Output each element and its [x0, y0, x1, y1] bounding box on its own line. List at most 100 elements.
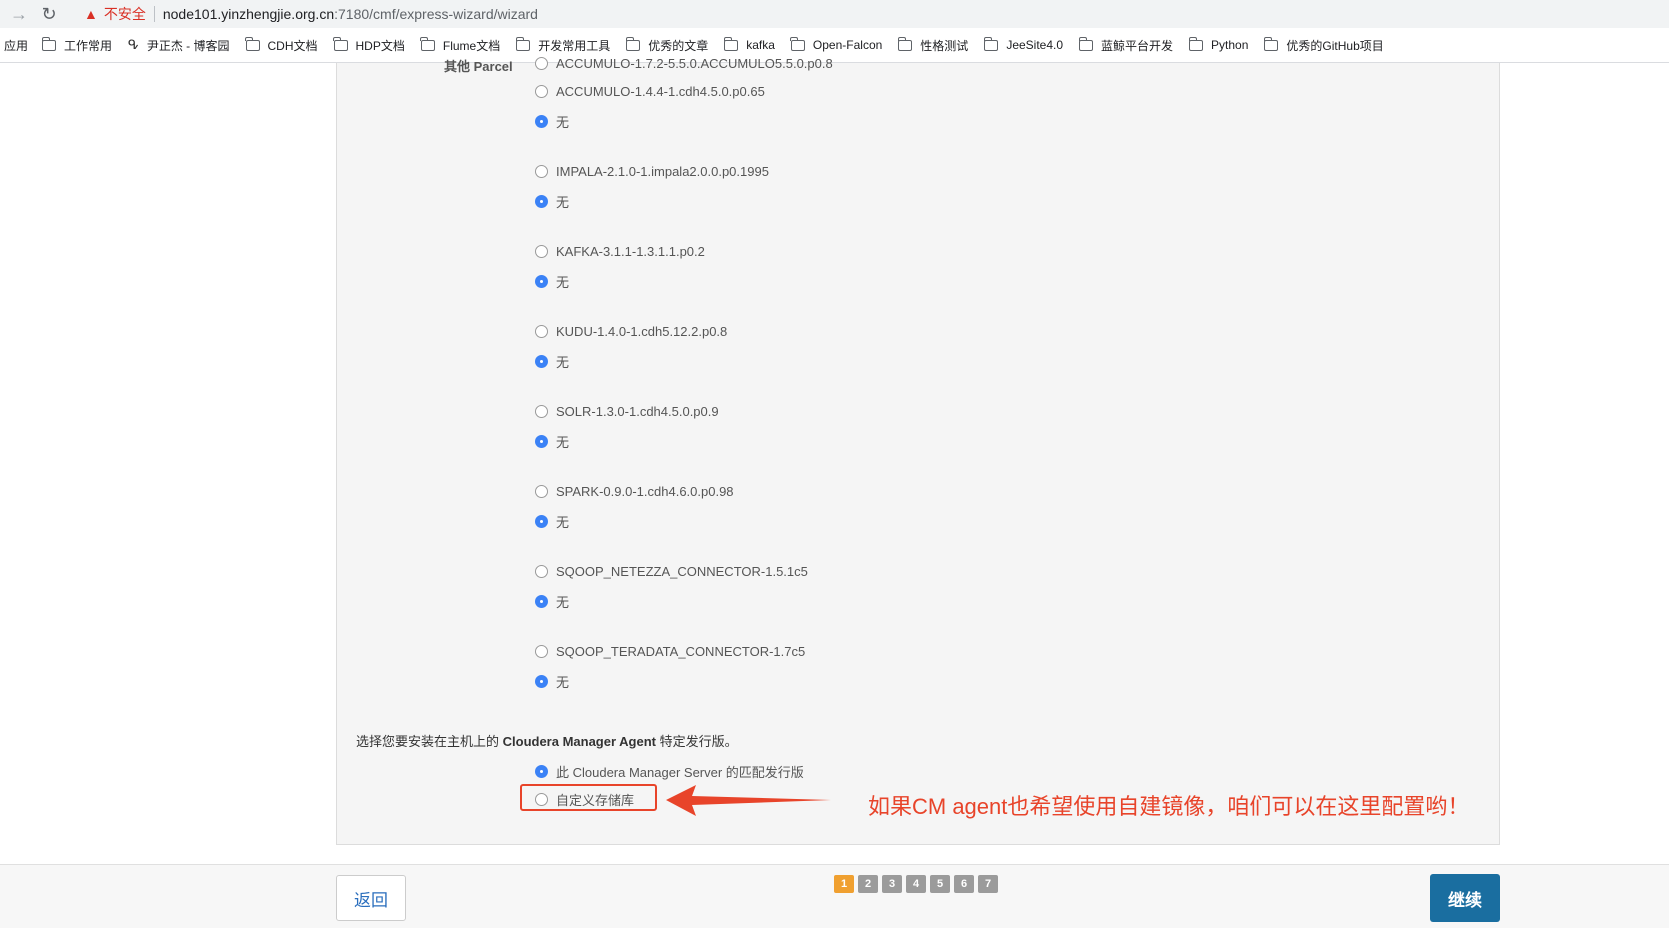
- parcel-option[interactable]: SQOOP_TERADATA_CONNECTOR-1.7c5: [535, 644, 805, 659]
- bookmark-label: 蓝鲸平台开发: [1101, 38, 1174, 53]
- bookmark-item[interactable]: Flume文档: [420, 36, 501, 54]
- radio-checked-icon[interactable]: [535, 435, 548, 448]
- apps-bookmark[interactable]: 应用: [4, 37, 28, 54]
- agent-section-title: 选择您要安装在主机上的 Cloudera Manager Agent 特定发行版…: [356, 734, 738, 749]
- radio-unchecked-icon[interactable]: [535, 405, 548, 418]
- parcel-option[interactable]: SOLR-1.3.0-1.cdh4.5.0.p0.9: [535, 404, 719, 419]
- parcel-none-option[interactable]: 无: [535, 672, 569, 691]
- radio-unchecked-icon[interactable]: [535, 485, 548, 498]
- parcel-none-option[interactable]: 无: [535, 192, 569, 211]
- parcel-none-option[interactable]: 无: [535, 512, 569, 531]
- radio-checked-icon[interactable]: [535, 515, 548, 528]
- pager-step[interactable]: 2: [858, 875, 878, 893]
- parcel-none-option[interactable]: 无: [535, 272, 569, 291]
- parcel-option[interactable]: SQOOP_NETEZZA_CONNECTOR-1.5.1c5: [535, 564, 808, 579]
- bookmark-item[interactable]: ᕴ 尹正杰 - 博客园: [128, 37, 229, 54]
- folder-icon: [625, 36, 641, 51]
- bookmark-label: 工作常用: [64, 38, 113, 53]
- bookmark-label: Flume文档: [442, 38, 501, 53]
- address-separator: [153, 6, 155, 22]
- parcel-none-option[interactable]: 无: [535, 592, 569, 611]
- wizard-footer: 返回 1234567 继续: [0, 864, 1669, 928]
- wizard-panel: [336, 63, 1500, 845]
- radio-checked-icon[interactable]: [535, 765, 548, 778]
- parcel-none-option[interactable]: 无: [535, 112, 569, 131]
- url-path: :7180/cmf/express-wizard/wizard: [334, 6, 538, 22]
- folder-icon: [790, 36, 805, 51]
- annotation-highlight-box: [520, 784, 657, 811]
- parcel-option[interactable]: IMPALA-2.1.0-1.impala2.0.0.p0.1995: [535, 164, 769, 179]
- parcel-option[interactable]: KUDU-1.4.0-1.cdh5.12.2.p0.8: [535, 324, 727, 339]
- bookmark-item[interactable]: kafka: [723, 36, 775, 52]
- reload-icon[interactable]: ↻: [36, 1, 62, 27]
- blog-icon: ᕴ: [128, 37, 139, 52]
- bookmark-label: 优秀的文章: [648, 38, 709, 53]
- bookmarks-bar: 应用 工作常用 ᕴ 尹正杰 - 博客园 CDH文档 HDP文档 Flume文档 开发常用工具…: [0, 28, 1669, 63]
- bookmark-item[interactable]: Open-Falcon: [790, 36, 883, 52]
- radio-unchecked-icon[interactable]: [535, 565, 548, 578]
- folder-icon: [41, 36, 57, 51]
- parcel-option-partial[interactable]: ACCUMULO-1.7.2-5.5.0.ACCUMULO5.5.0.p0.8: [535, 56, 833, 71]
- parcel-option[interactable]: ACCUMULO-1.4.4-1.cdh4.5.0.p0.65: [535, 84, 765, 99]
- parcel-none-option[interactable]: 无: [535, 432, 569, 451]
- address-bar[interactable]: ▲ 不安全 node101.yinzhengjie.org.cn :7180/c…: [84, 1, 1669, 27]
- back-button[interactable]: 返回: [336, 875, 406, 921]
- folder-icon: [723, 36, 739, 51]
- radio-unchecked-icon[interactable]: [535, 57, 548, 70]
- bookmark-label: Open-Falcon: [812, 38, 883, 52]
- parcel-none-option[interactable]: 无: [535, 352, 569, 371]
- folder-icon: [420, 36, 435, 51]
- back-arrow-icon[interactable]: →: [6, 1, 32, 27]
- bookmark-item[interactable]: 优秀的文章: [625, 36, 709, 54]
- radio-unchecked-icon[interactable]: [535, 245, 548, 258]
- radio-unchecked-icon[interactable]: [535, 165, 548, 178]
- parcel-section-label: 其他 Parcel: [444, 59, 513, 74]
- agent-matched-option[interactable]: 此 Cloudera Manager Server 的匹配发行版: [535, 762, 804, 781]
- parcel-option[interactable]: SPARK-0.9.0-1.cdh4.6.0.p0.98: [535, 484, 734, 499]
- bookmark-label: Python: [1211, 38, 1249, 52]
- annotation-arrow-icon: [666, 785, 831, 816]
- bookmark-item[interactable]: 工作常用: [41, 36, 113, 54]
- step-pager: 1234567: [834, 875, 1002, 893]
- warning-icon: ▲: [84, 6, 98, 22]
- annotation-text: 如果CM agent也希望使用自建镜像，咱们可以在这里配置哟！: [868, 794, 1470, 819]
- radio-checked-icon[interactable]: [535, 595, 548, 608]
- folder-icon: [983, 36, 999, 51]
- folder-icon: [515, 36, 531, 51]
- bookmark-item[interactable]: 性格测试: [897, 36, 968, 54]
- browser-toolbar: → ↻ ▲ 不安全 node101.yinzhengjie.org.cn :71…: [0, 0, 1669, 28]
- bookmark-item[interactable]: HDP文档: [333, 36, 405, 54]
- bookmark-item[interactable]: 蓝鲸平台开发: [1078, 36, 1174, 54]
- bookmark-item[interactable]: JeeSite4.0: [983, 36, 1063, 52]
- bookmark-label: 优秀的GitHub项目: [1286, 38, 1384, 53]
- pager-step[interactable]: 7: [978, 875, 998, 893]
- bookmark-label: kafka: [746, 38, 775, 52]
- bookmark-label: 尹正杰 - 博客园: [146, 38, 230, 53]
- pager-step[interactable]: 6: [954, 875, 974, 893]
- pager-step[interactable]: 3: [882, 875, 902, 893]
- pager-step[interactable]: 5: [930, 875, 950, 893]
- radio-checked-icon[interactable]: [535, 675, 548, 688]
- bookmark-item[interactable]: 优秀的GitHub项目: [1263, 36, 1384, 54]
- radio-unchecked-icon[interactable]: [535, 645, 548, 658]
- continue-button[interactable]: 继续: [1430, 874, 1500, 922]
- folder-icon: [333, 36, 348, 51]
- bookmark-item[interactable]: CDH文档: [245, 36, 318, 54]
- folder-icon: [1188, 36, 1204, 51]
- pager-step[interactable]: 1: [834, 875, 854, 893]
- radio-checked-icon[interactable]: [535, 275, 548, 288]
- radio-unchecked-icon[interactable]: [535, 325, 548, 338]
- folder-icon: [245, 36, 260, 51]
- bookmark-label: 开发常用工具: [538, 38, 611, 53]
- folder-icon: [1078, 36, 1094, 51]
- radio-checked-icon[interactable]: [535, 355, 548, 368]
- bookmark-label: CDH文档: [267, 38, 318, 53]
- bookmark-item[interactable]: 开发常用工具: [515, 36, 611, 54]
- pager-step[interactable]: 4: [906, 875, 926, 893]
- bookmark-item[interactable]: Python: [1188, 36, 1249, 52]
- radio-unchecked-icon[interactable]: [535, 85, 548, 98]
- folder-icon: [897, 36, 913, 51]
- radio-checked-icon[interactable]: [535, 195, 548, 208]
- radio-checked-icon[interactable]: [535, 115, 548, 128]
- parcel-option[interactable]: KAFKA-3.1.1-1.3.1.1.p0.2: [535, 244, 705, 259]
